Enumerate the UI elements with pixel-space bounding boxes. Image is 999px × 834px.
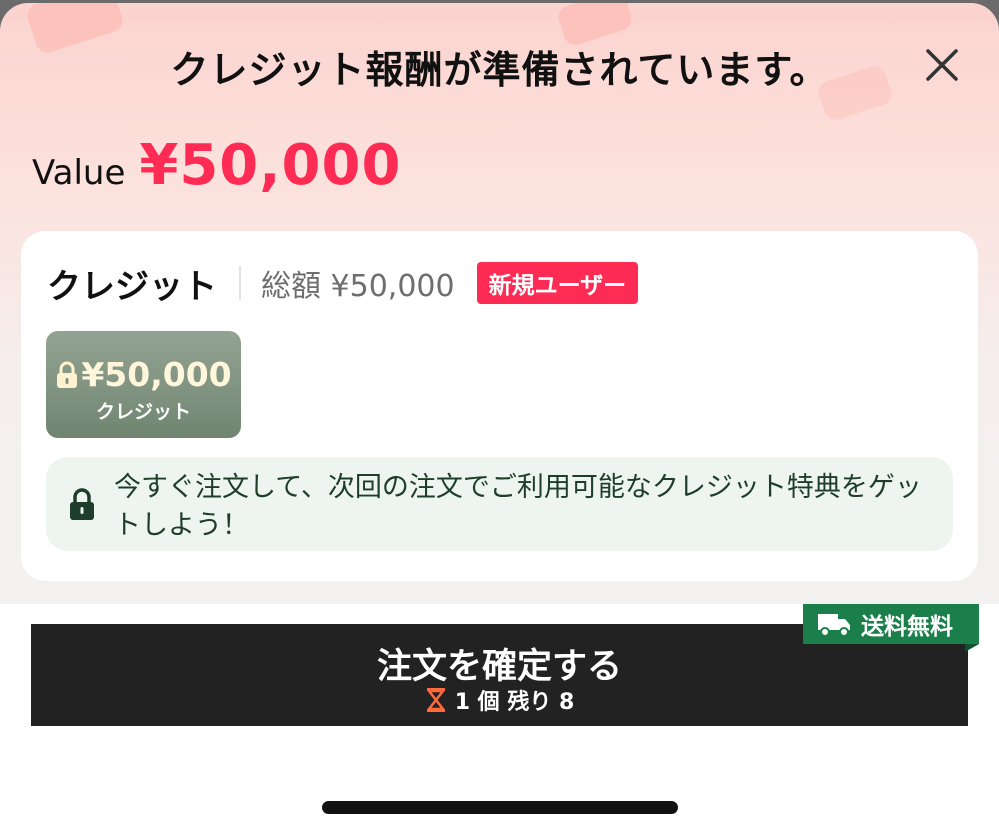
lock-icon [70,488,94,520]
coupon-amount-row: ¥50,000 [46,355,241,394]
hourglass-icon [426,688,445,712]
close-icon [926,49,958,81]
value-amount: ¥50,000 [139,133,402,198]
close-button[interactable] [918,41,966,89]
value-label: Value [32,153,126,193]
tag-fold [965,644,979,652]
lock-icon [57,361,78,388]
value-row: Value ¥50,000 [32,133,401,198]
credit-total: 総額 ¥50,000 [261,269,455,304]
stock-row: 1 個 残り 8 [31,684,968,716]
credit-card-header: クレジット 総額 ¥50,000 新規ユーザー [47,261,639,307]
free-shipping-tag: 送料無料 [803,604,979,644]
confirm-order-label: 注文を確定する [376,647,622,687]
divider [239,266,241,300]
credit-notice: 今すぐ注文して、次回の注文でご利用可能なクレジット特典をゲットしよう！ [46,457,953,551]
coupon-amount: ¥50,000 [81,355,232,394]
credit-coupon: ¥50,000 クレジット [46,331,241,438]
credit-title: クレジット [47,266,217,307]
new-user-badge: 新規ユーザー [476,262,639,304]
coupon-label: クレジット [95,401,191,423]
notice-text: 今すぐ注文して、次回の注文でご利用可能なクレジット特典をゲットしよう！ [114,472,922,541]
free-shipping-label: 送料無料 [861,614,953,640]
truck-icon [818,614,850,637]
stock-text: 1 個 残り 8 [454,690,575,715]
home-indicator[interactable] [322,801,678,814]
credit-card: クレジット 総額 ¥50,000 新規ユーザー ¥50,000 クレジット 今す… [21,231,978,581]
sheet-title: クレジット報酬が準備されています。 [170,48,829,92]
